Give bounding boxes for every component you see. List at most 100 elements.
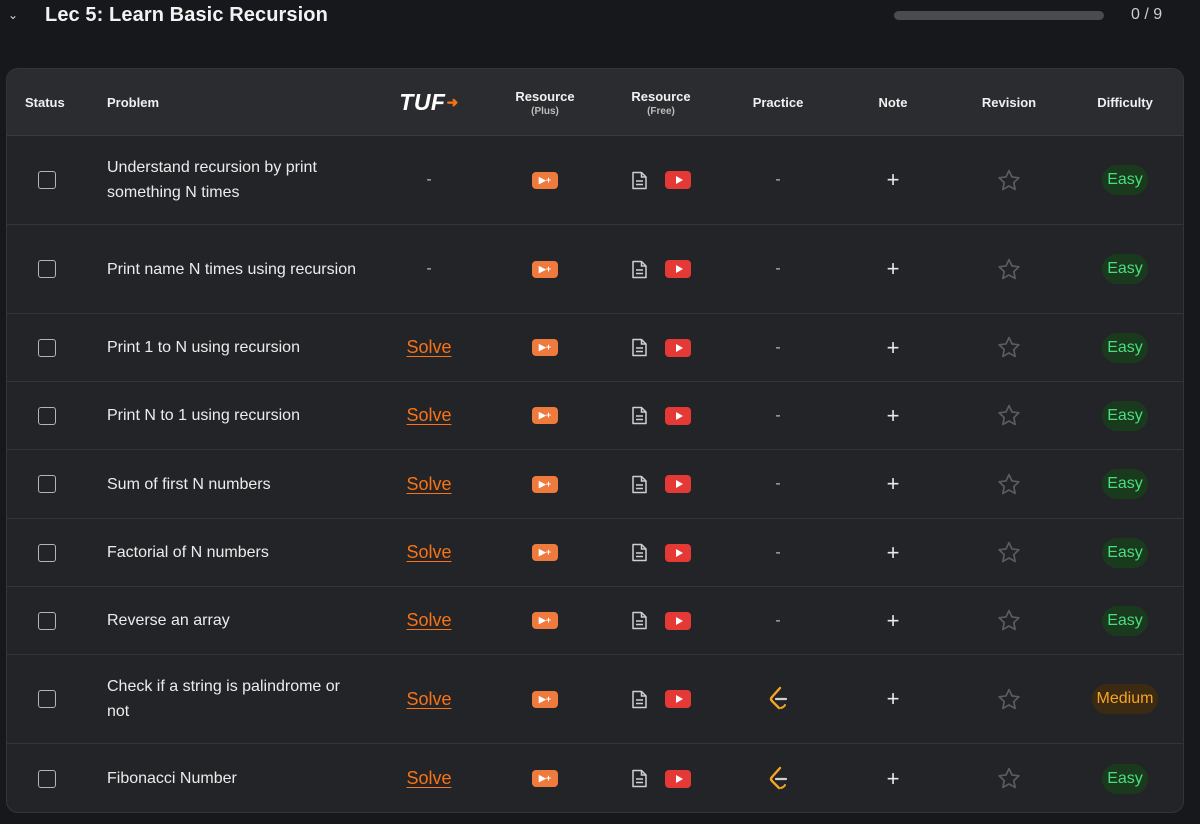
star-icon[interactable] <box>996 403 1022 428</box>
plus-icon[interactable]: + <box>887 256 900 282</box>
problem-cell: Fibonacci Number <box>107 744 377 812</box>
youtube-icon[interactable] <box>665 543 691 562</box>
play-plus-icon[interactable]: ▶+ <box>532 260 558 278</box>
star-icon[interactable] <box>996 687 1022 712</box>
note-cell: + <box>843 744 943 812</box>
play-plus-icon[interactable]: ▶+ <box>532 475 558 493</box>
practice-dash: - <box>775 475 781 492</box>
youtube-icon[interactable] <box>665 475 691 493</box>
solve-link[interactable]: Solve <box>406 474 451 495</box>
youtube-icon[interactable] <box>665 406 691 425</box>
header-revision: Revision <box>981 95 1037 110</box>
status-checkbox[interactable] <box>38 475 56 493</box>
leetcode-icon[interactable] <box>766 686 790 712</box>
youtube-icon[interactable] <box>665 260 691 278</box>
play-plus-icon[interactable]: ▶+ <box>532 544 558 561</box>
plus-icon[interactable]: + <box>887 471 900 497</box>
status-cell <box>37 136 57 224</box>
resource-free-cell <box>611 744 711 812</box>
youtube-icon[interactable] <box>665 611 691 630</box>
tuf-cell: Solve <box>379 450 479 518</box>
solve-link[interactable]: Solve <box>406 610 451 631</box>
star-icon[interactable] <box>996 335 1022 360</box>
document-icon[interactable] <box>631 406 648 425</box>
status-checkbox[interactable] <box>38 171 56 189</box>
difficulty-cell: Easy <box>1075 587 1175 654</box>
star-icon[interactable] <box>996 168 1022 193</box>
document-icon[interactable] <box>631 171 648 190</box>
play-plus-icon[interactable]: ▶+ <box>532 407 558 424</box>
star-icon[interactable] <box>996 540 1022 565</box>
document-icon[interactable] <box>631 611 648 630</box>
document-icon[interactable] <box>631 475 648 494</box>
chevron-down-icon[interactable]: ⌄ <box>7 6 19 24</box>
practice-cell: - <box>728 450 828 518</box>
resource-plus-cell: ▶+ <box>495 655 595 743</box>
practice-cell <box>728 744 828 812</box>
star-icon[interactable] <box>996 608 1022 633</box>
resource-plus-cell: ▶+ <box>495 744 595 812</box>
status-checkbox[interactable] <box>38 406 56 425</box>
problem-cell: Print name N times using recursion <box>107 225 377 313</box>
revision-cell <box>959 587 1059 654</box>
star-icon[interactable] <box>996 472 1022 497</box>
status-cell <box>37 655 57 743</box>
difficulty-cell: Easy <box>1075 744 1175 812</box>
plus-icon[interactable]: + <box>887 766 900 792</box>
problem-name: Factorial of N numbers <box>107 544 269 561</box>
youtube-icon[interactable] <box>665 769 691 788</box>
youtube-icon[interactable] <box>665 690 691 708</box>
difficulty-badge: Easy <box>1102 332 1148 363</box>
status-cell <box>37 519 57 586</box>
difficulty-badge: Easy <box>1102 400 1148 431</box>
solve-link[interactable]: Solve <box>406 542 451 563</box>
youtube-icon[interactable] <box>665 171 691 189</box>
header-note: Note <box>878 95 908 110</box>
tuf-dash: - <box>426 171 432 188</box>
problem-name: Print N to 1 using recursion <box>107 407 300 424</box>
difficulty-badge: Easy <box>1102 605 1148 636</box>
document-icon[interactable] <box>631 260 648 279</box>
star-icon[interactable] <box>996 766 1022 791</box>
document-icon[interactable] <box>631 769 648 788</box>
status-checkbox[interactable] <box>38 769 56 788</box>
practice-cell: - <box>728 225 828 313</box>
plus-icon[interactable]: + <box>887 335 900 361</box>
lecture-title: Lec 5: Learn Basic Recursion <box>45 4 328 26</box>
resource-free-cell <box>611 450 711 518</box>
practice-cell: - <box>728 382 828 449</box>
table-row: Sum of first N numbers Solve ▶+ - + Easy <box>7 450 1183 519</box>
status-checkbox[interactable] <box>38 260 56 278</box>
document-icon[interactable] <box>631 338 648 357</box>
status-cell <box>37 382 57 449</box>
solve-link[interactable]: Solve <box>406 337 451 358</box>
play-plus-icon[interactable]: ▶+ <box>532 612 558 629</box>
solve-link[interactable]: Solve <box>406 689 451 710</box>
problem-name: Understand recursion by print something … <box>107 159 317 201</box>
status-checkbox[interactable] <box>38 690 56 708</box>
solve-link[interactable]: Solve <box>406 405 451 426</box>
plus-icon[interactable]: + <box>887 608 900 634</box>
plus-icon[interactable]: + <box>887 540 900 566</box>
document-icon[interactable] <box>631 543 648 562</box>
plus-icon[interactable]: + <box>887 686 900 712</box>
tuf-cell: - <box>379 136 479 224</box>
table-row: Factorial of N numbers Solve ▶+ - + Easy <box>7 519 1183 587</box>
solve-link[interactable]: Solve <box>406 768 451 789</box>
resource-free-cell <box>611 382 711 449</box>
play-plus-icon[interactable]: ▶+ <box>532 339 558 356</box>
document-icon[interactable] <box>631 690 648 709</box>
youtube-icon[interactable] <box>665 338 691 357</box>
status-checkbox[interactable] <box>38 611 56 630</box>
play-plus-icon[interactable]: ▶+ <box>532 171 558 189</box>
star-icon[interactable] <box>996 257 1022 282</box>
play-plus-icon[interactable]: ▶+ <box>532 690 558 708</box>
lecture-header[interactable]: ⌄ Lec 5: Learn Basic Recursion 0 / 9 <box>0 0 1200 34</box>
status-checkbox[interactable] <box>38 543 56 562</box>
header-problem: Problem <box>107 95 160 110</box>
play-plus-icon[interactable]: ▶+ <box>532 770 558 787</box>
plus-icon[interactable]: + <box>887 167 900 193</box>
leetcode-icon[interactable] <box>766 766 790 792</box>
plus-icon[interactable]: + <box>887 403 900 429</box>
status-checkbox[interactable] <box>38 338 56 357</box>
